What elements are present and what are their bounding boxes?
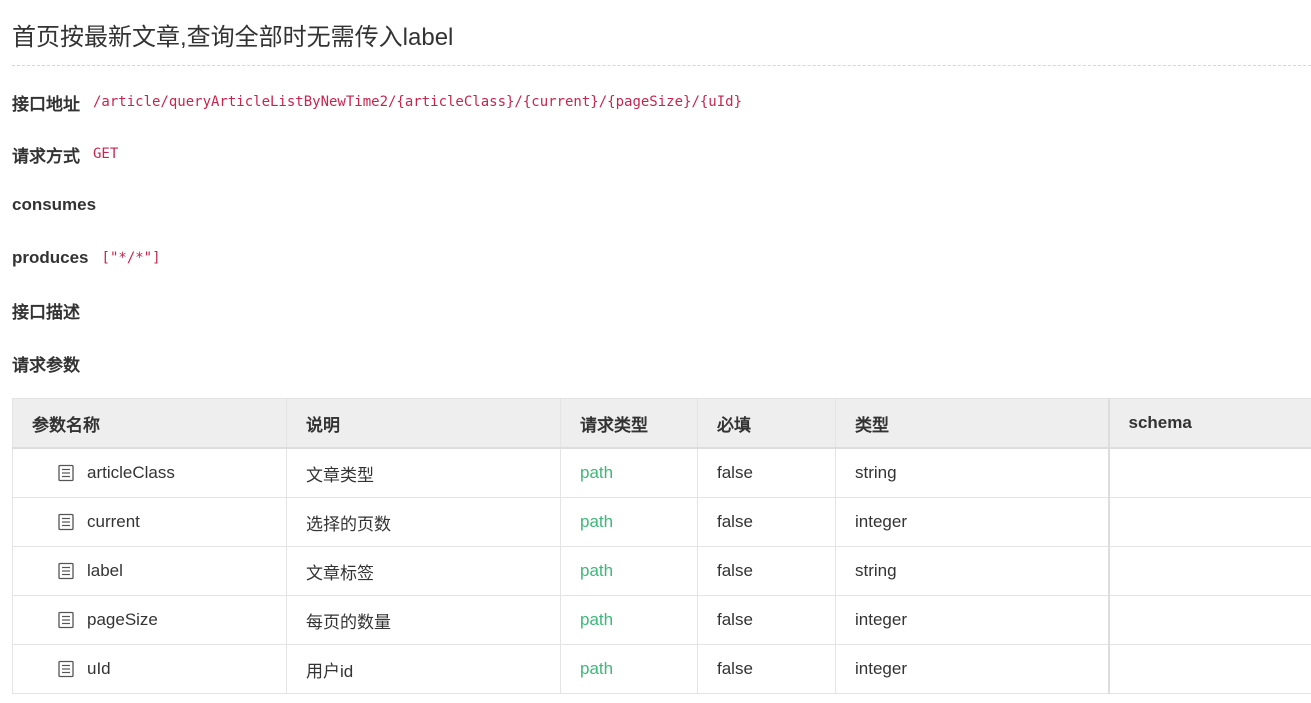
param-type: string: [835, 447, 1109, 498]
param-name: pageSize: [87, 610, 158, 629]
param-name: uId: [87, 659, 111, 678]
header-param-name: 参数名称: [12, 398, 287, 449]
param-description: 每页的数量: [286, 595, 561, 645]
header-description: 说明: [286, 398, 561, 449]
param-schema: [1107, 595, 1311, 645]
param-in: path: [580, 512, 614, 531]
param-schema: [1107, 644, 1311, 694]
param-name: current: [87, 512, 140, 531]
field-consumes: consumes: [12, 193, 109, 217]
param-request-type: path: [560, 595, 698, 645]
table-row: articleClass 文章类型 path false string: [12, 447, 1311, 498]
param-required: false: [697, 497, 836, 547]
param-name-cell: uId: [12, 644, 287, 694]
document-list-icon: [57, 611, 75, 629]
document-list-icon: [57, 562, 75, 580]
params-heading: 请求参数: [12, 351, 80, 375]
param-required: false: [697, 644, 836, 694]
table-row: pageSize 每页的数量 path false integer: [12, 595, 1311, 645]
param-request-type: path: [560, 546, 698, 596]
param-schema: [1107, 546, 1311, 596]
param-required: false: [697, 447, 836, 498]
param-request-type: path: [560, 497, 698, 547]
param-required: false: [697, 546, 836, 596]
header-required: 必填: [697, 398, 836, 449]
produces-value: ["*/*"]: [101, 250, 161, 266]
header-type: 类型: [835, 398, 1109, 449]
param-name-cell: current: [12, 497, 287, 547]
page-title: 首页按最新文章,查询全部时无需传入label: [12, 24, 454, 51]
field-produces: produces ["*/*"]: [12, 246, 161, 270]
address-label: 接口地址: [12, 94, 80, 114]
param-type: integer: [835, 595, 1109, 645]
param-name-cell: label: [12, 546, 287, 596]
field-address: 接口地址 /article/queryArticleListByNewTime2…: [12, 90, 742, 114]
method-value: GET: [93, 146, 119, 162]
field-method: 请求方式 GET: [12, 142, 118, 166]
param-name: articleClass: [87, 463, 175, 482]
param-in: path: [580, 659, 614, 678]
param-type: string: [835, 546, 1109, 596]
params-table: 参数名称 说明 请求类型 必填 类型 schema articleClass 文章…: [12, 398, 1311, 694]
param-name-cell: pageSize: [12, 595, 287, 645]
param-in: path: [580, 561, 614, 580]
produces-label: produces: [12, 248, 89, 267]
param-description: 用户id: [286, 644, 561, 694]
header-request-type: 请求类型: [560, 398, 698, 449]
param-name-cell: articleClass: [12, 447, 287, 498]
param-request-type: path: [560, 644, 698, 694]
table-row: uId 用户id path false integer: [12, 644, 1311, 694]
header-schema: schema: [1107, 398, 1311, 449]
param-request-type: path: [560, 447, 698, 498]
description-label: 接口描述: [12, 302, 80, 322]
param-type: integer: [835, 644, 1109, 694]
param-in: path: [580, 610, 614, 629]
params-heading-label: 请求参数: [12, 355, 80, 375]
table-row: label 文章标签 path false string: [12, 546, 1311, 596]
table-row: current 选择的页数 path false integer: [12, 497, 1311, 547]
consumes-label: consumes: [12, 195, 97, 214]
param-schema: [1107, 447, 1311, 498]
document-list-icon: [57, 464, 75, 482]
param-in: path: [580, 463, 614, 482]
document-list-icon: [57, 513, 75, 531]
param-required: false: [697, 595, 836, 645]
field-description: 接口描述: [12, 298, 93, 322]
param-description: 选择的页数: [286, 497, 561, 547]
table-header-row: 参数名称 说明 请求类型 必填 类型 schema: [12, 398, 1311, 449]
method-label: 请求方式: [12, 146, 80, 166]
param-type: integer: [835, 497, 1109, 547]
address-value: /article/queryArticleListByNewTime2/{art…: [93, 94, 743, 110]
param-description: 文章标签: [286, 546, 561, 596]
document-list-icon: [57, 660, 75, 678]
api-doc-page: 首页按最新文章,查询全部时无需传入label 接口地址 /article/que…: [0, 0, 1311, 703]
param-description: 文章类型: [286, 447, 561, 498]
param-schema: [1107, 497, 1311, 547]
param-name: label: [87, 561, 123, 580]
title-divider: [12, 65, 1311, 66]
